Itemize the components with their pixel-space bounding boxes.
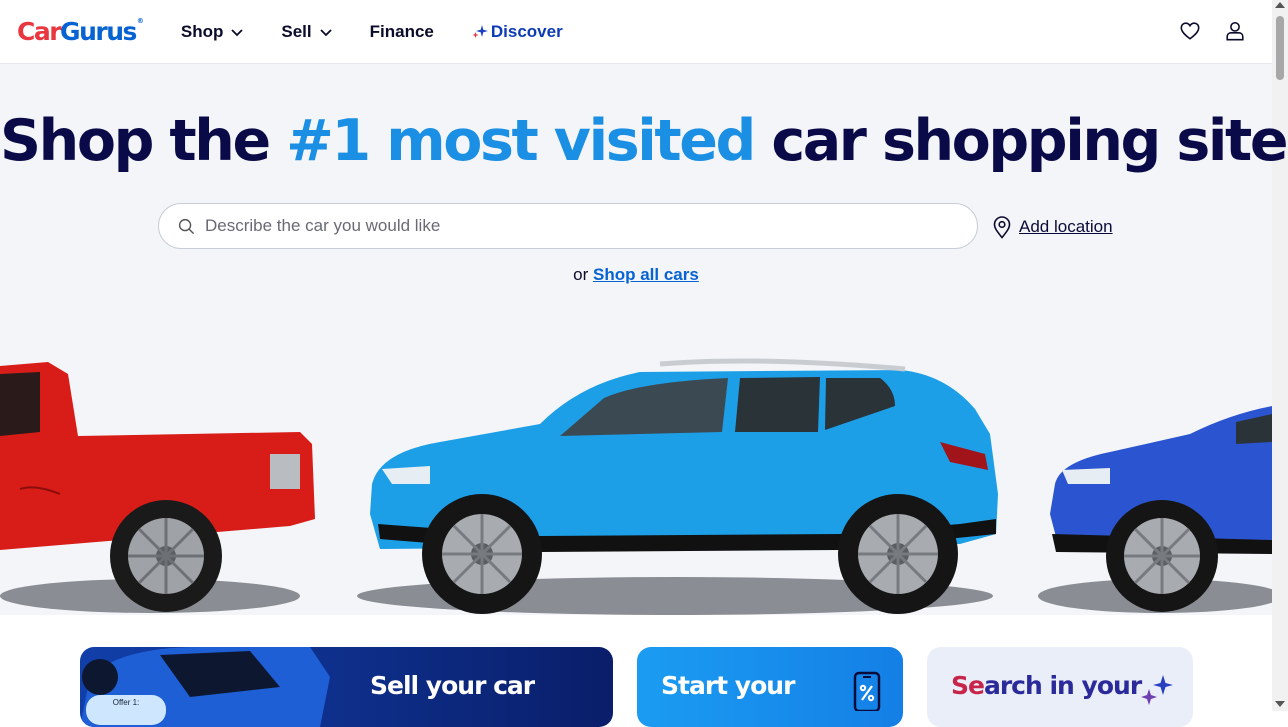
add-location-control[interactable]: Add location [991,215,1113,239]
nav-discover-label: Discover [490,21,563,41]
or-text: or [573,265,593,284]
page-scrollbar[interactable] [1272,0,1288,711]
cargurus-logo[interactable]: Car Gurus ® [17,17,144,46]
hero-section: Shop the #1 most visited car shopping si… [0,64,1288,615]
search-input[interactable] [203,215,947,237]
nav-shop-menu[interactable]: Shop [181,22,244,42]
sell-card-title: Sell your car [370,671,535,700]
logo-text-gurus: Gurus [60,17,137,46]
sell-your-car-card[interactable]: Offer 1: Sell your car [80,647,613,727]
blue-compact-suv [370,358,998,614]
chevron-down-icon [319,28,332,36]
offer-label: Offer 1: [112,698,140,707]
red-pickup-truck [0,362,315,612]
user-icon[interactable] [1224,20,1246,42]
main-nav: Shop Sell Finance Discover [181,22,601,42]
map-pin-icon [993,216,1011,239]
nav-sell-label: Sell [281,21,312,41]
shop-all-row: or Shop all cars [0,265,1272,285]
nav-shop-label: Shop [180,21,224,41]
headline-part-2: car shopping site [753,108,1288,174]
nav-discover-link[interactable]: Discover [472,22,563,42]
scroll-thumb[interactable] [1276,16,1284,80]
nav-finance-label: Finance [369,21,434,41]
logo-text-car: Car [17,17,62,46]
chevron-down-icon [231,28,244,36]
search-card-title-rest: arch in your [983,671,1142,700]
logo-trademark: ® [136,17,144,25]
nav-finance-link[interactable]: Finance [370,22,434,42]
search-card-title: Search in your [951,671,1142,700]
ai-search-card[interactable]: Search in your [927,647,1193,727]
sparkle-icon [1141,675,1173,705]
sparkle-icon [472,24,488,38]
search-icon [178,218,195,234]
heart-icon[interactable] [1179,20,1201,42]
search-card-title-accent: Se [951,671,985,700]
offer-badge: Offer 1: [86,695,166,725]
hero-headline: Shop the #1 most visited car shopping si… [0,108,1288,174]
shop-all-cars-link[interactable]: Shop all cars [593,265,699,284]
add-location-link[interactable]: Add location [1019,217,1113,237]
dark-blue-suv [1050,406,1272,612]
top-nav-bar: Car Gurus ® Shop Sell Finance Discover [0,0,1272,64]
percent-phone-icon [853,671,881,711]
header-actions [1179,20,1246,42]
hero-cars-illustration [0,358,1272,615]
finance-card-title: Start your [661,671,795,700]
headline-highlight: #1 most visited [286,108,756,174]
scroll-up-arrow-icon[interactable] [1275,2,1285,8]
start-financing-card[interactable]: Start your [637,647,903,727]
scroll-down-arrow-icon[interactable] [1275,701,1285,707]
nav-sell-menu[interactable]: Sell [281,21,332,42]
search-bar [158,203,978,249]
headline-part-1: Shop the [0,108,287,174]
